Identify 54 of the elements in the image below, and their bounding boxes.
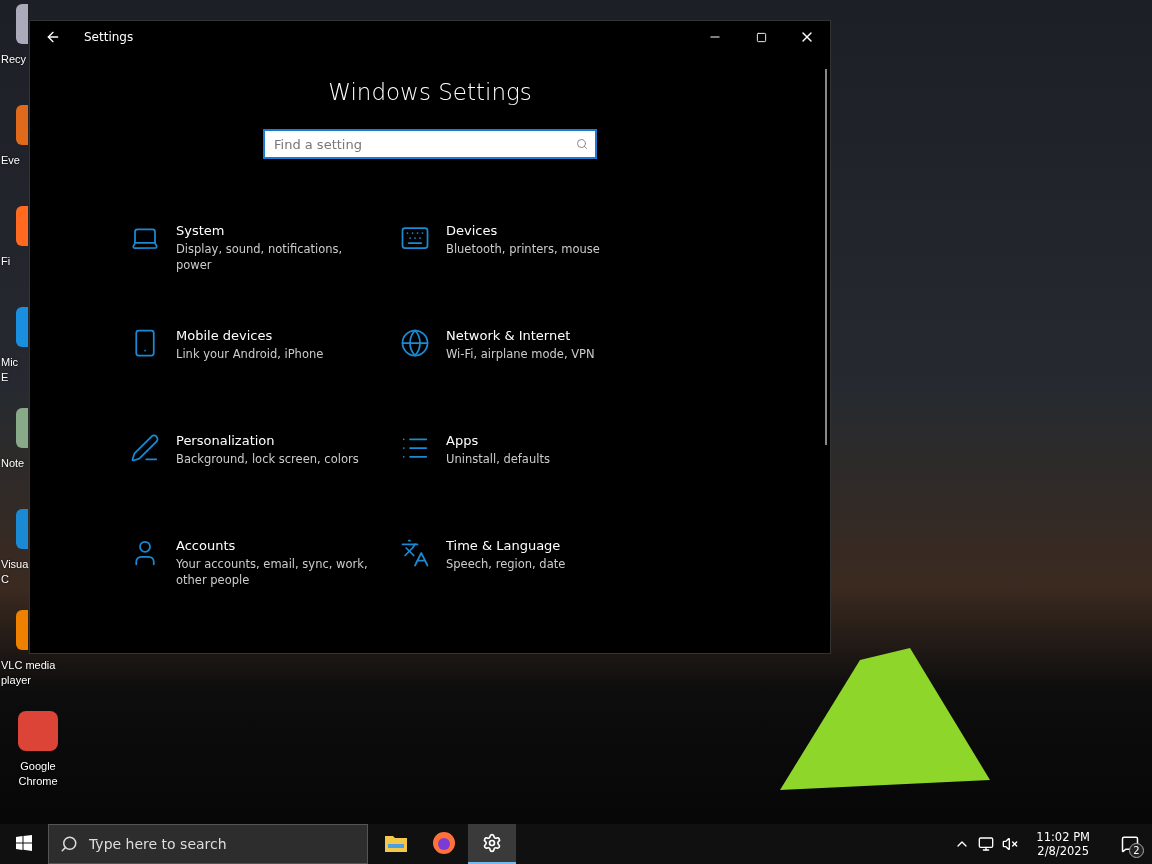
category-description: Link your Android, iPhone [176, 346, 325, 362]
category-description: Wi-Fi, airplane mode, VPN [446, 346, 596, 362]
clock[interactable]: 11:02 PM 2/8/2025 [1026, 830, 1100, 858]
category-title[interactable]: Accounts [176, 538, 376, 553]
icon-label: Fi [0, 254, 11, 269]
app-shortcut-icon[interactable] [16, 105, 28, 145]
search-icon [576, 138, 588, 150]
muted-speaker-icon[interactable] [1002, 836, 1019, 852]
taskbar-search-field[interactable]: Type here to search [48, 824, 368, 864]
icon-label: Mic E [0, 355, 19, 385]
notification-badge: 2 [1129, 843, 1144, 858]
app-shortcut-icon[interactable] [16, 610, 28, 650]
network-icon[interactable] [978, 836, 995, 852]
category-description: Uninstall, defaults [446, 451, 551, 467]
icon-label: Visua C [0, 557, 29, 587]
category-description: Your accounts, email, sync, work, other people [176, 556, 369, 588]
icon-label: VLC media player [0, 658, 56, 688]
category-title[interactable]: Mobile devices [176, 328, 376, 343]
taskbar-app-button[interactable] [468, 824, 516, 864]
category-title[interactable]: Personalization [176, 433, 376, 448]
icon-label: Google Chrome [18, 759, 58, 789]
category-description: Speech, region, date [446, 556, 567, 572]
app-shortcut-icon[interactable] [16, 408, 28, 448]
category-description: Background, lock screen, colors [176, 451, 360, 467]
globe-icon[interactable] [400, 328, 430, 358]
app-shortcut-icon[interactable] [18, 711, 58, 751]
app-shortcut-icon[interactable] [16, 307, 28, 347]
notification-icon [1121, 835, 1139, 853]
window-title: Settings [84, 30, 135, 44]
page-heading: Windows Settings [328, 79, 532, 105]
category-title[interactable]: Devices [446, 223, 646, 238]
category-description: Display, sound, notifications, power [176, 241, 344, 273]
icon-label: Note [0, 456, 25, 471]
folder-icon [384, 833, 408, 853]
maximize-icon [755, 31, 767, 43]
category-description: Bluetooth, printers, mouse [446, 241, 601, 257]
search-field[interactable]: Find a setting [263, 129, 597, 159]
icon-label: Recy [0, 52, 27, 67]
category-title[interactable]: Time & Language [446, 538, 646, 553]
category-title[interactable]: Network & Internet [446, 328, 646, 343]
windows-logo-icon [16, 835, 32, 851]
app-shortcut-icon[interactable] [16, 509, 28, 549]
category-title[interactable]: System [176, 223, 376, 238]
languages-icon[interactable] [400, 538, 430, 568]
scrollbar[interactable] [825, 69, 827, 445]
pen-icon[interactable] [130, 433, 160, 463]
browser-icon [432, 831, 456, 855]
settings-icon [482, 833, 502, 853]
action-center-button[interactable]: 2 [1108, 824, 1152, 864]
app-shortcut-icon[interactable] [16, 4, 28, 44]
icon-label: Eve [0, 153, 20, 168]
search-icon [60, 835, 78, 853]
app-shortcut-icon[interactable] [16, 206, 28, 246]
category-title[interactable]: Apps [446, 433, 646, 448]
